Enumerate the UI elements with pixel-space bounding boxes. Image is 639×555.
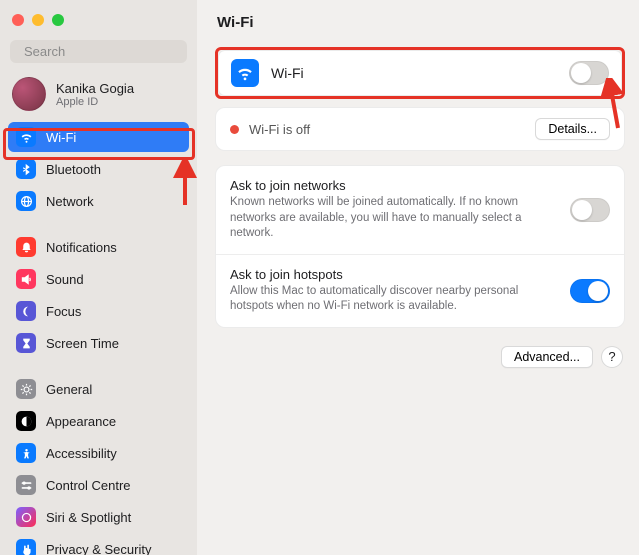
hand-icon <box>16 539 36 555</box>
sliders-icon <box>16 475 36 495</box>
wifi-icon <box>16 127 36 147</box>
sidebar-item-network[interactable]: Network <box>8 186 189 216</box>
sound-icon <box>16 269 36 289</box>
sidebar-item-label: Focus <box>46 304 81 319</box>
sidebar: Kanika Gogia Apple ID Wi-Fi Bluetooth Ne… <box>0 0 197 555</box>
sidebar-item-label: General <box>46 382 92 397</box>
details-button[interactable]: Details... <box>535 118 610 140</box>
sidebar-item-label: Notifications <box>46 240 117 255</box>
sidebar-item-label: Screen Time <box>46 336 119 351</box>
help-button[interactable]: ? <box>601 346 623 368</box>
apple-id-account[interactable]: Kanika Gogia Apple ID <box>0 73 197 121</box>
sidebar-item-screentime[interactable]: Screen Time <box>8 328 189 358</box>
sidebar-item-notifications[interactable]: Notifications <box>8 232 189 262</box>
sidebar-item-general[interactable]: General <box>8 374 189 404</box>
sidebar-item-bluetooth[interactable]: Bluetooth <box>8 154 189 184</box>
join-hotspots-desc: Allow this Mac to automatically discover… <box>230 284 550 315</box>
fullscreen-window-button[interactable] <box>52 14 64 26</box>
sidebar-item-accessibility[interactable]: Accessibility <box>8 438 189 468</box>
annotation-highlight-header: Wi-Fi <box>215 47 625 99</box>
minimize-window-button[interactable] <box>32 14 44 26</box>
network-icon <box>16 191 36 211</box>
sidebar-item-label: Bluetooth <box>46 162 101 177</box>
wifi-header-label: Wi-Fi <box>271 65 557 81</box>
join-networks-toggle[interactable] <box>570 198 610 222</box>
sidebar-item-siri[interactable]: Siri & Spotlight <box>8 502 189 532</box>
advanced-button[interactable]: Advanced... <box>501 346 593 368</box>
wifi-status-text: Wi-Fi is off <box>249 122 525 137</box>
sidebar-item-privacy[interactable]: Privacy & Security <box>8 534 189 555</box>
account-name: Kanika Gogia <box>56 81 134 96</box>
account-sub: Apple ID <box>56 96 134 108</box>
sidebar-item-controlcentre[interactable]: Control Centre <box>8 470 189 500</box>
sidebar-list: Wi-Fi Bluetooth Network Notifications So… <box>0 121 197 555</box>
sidebar-item-label: Appearance <box>46 414 116 429</box>
sidebar-item-label: Siri & Spotlight <box>46 510 131 525</box>
page-title: Wi-Fi <box>217 14 625 31</box>
sidebar-item-label: Control Centre <box>46 478 131 493</box>
search-field[interactable] <box>10 40 187 63</box>
gear-icon <box>16 379 36 399</box>
join-networks-desc: Known networks will be joined automatica… <box>230 195 550 242</box>
join-hotspots-toggle[interactable] <box>570 279 610 303</box>
sidebar-item-appearance[interactable]: Appearance <box>8 406 189 436</box>
sidebar-item-label: Sound <box>46 272 84 287</box>
siri-icon <box>16 507 36 527</box>
moon-icon <box>16 301 36 321</box>
sidebar-item-label: Network <box>46 194 94 209</box>
join-networks-title: Ask to join networks <box>230 178 558 193</box>
bluetooth-icon <box>16 159 36 179</box>
close-window-button[interactable] <box>12 14 24 26</box>
sidebar-item-label: Accessibility <box>46 446 117 461</box>
status-dot-icon <box>230 125 239 134</box>
accessibility-icon <box>16 443 36 463</box>
window-controls <box>0 10 197 36</box>
hourglass-icon <box>16 333 36 353</box>
sidebar-item-label: Privacy & Security <box>46 542 151 555</box>
sidebar-item-sound[interactable]: Sound <box>8 264 189 294</box>
main-panel: Wi-Fi Wi-Fi Wi-Fi is off Details... <box>197 0 639 555</box>
wifi-toggle[interactable] <box>569 61 609 85</box>
search-input[interactable] <box>24 44 197 59</box>
bell-icon <box>16 237 36 257</box>
join-hotspots-title: Ask to join hotspots <box>230 267 558 282</box>
wifi-icon <box>231 59 259 87</box>
sidebar-item-focus[interactable]: Focus <box>8 296 189 326</box>
avatar <box>12 77 46 111</box>
appearance-icon <box>16 411 36 431</box>
sidebar-item-wifi[interactable]: Wi-Fi <box>8 122 189 152</box>
sidebar-item-label: Wi-Fi <box>46 130 76 145</box>
